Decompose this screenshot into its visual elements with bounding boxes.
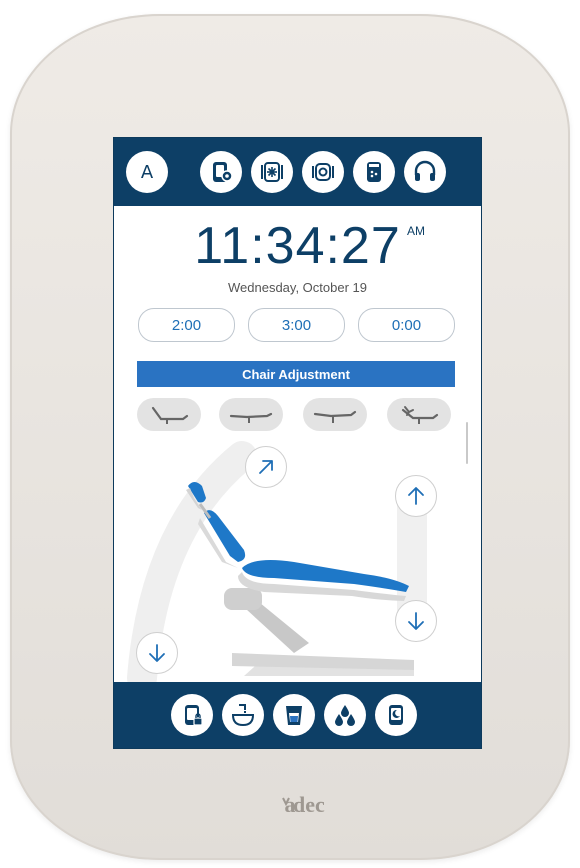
arrow-up-icon — [408, 487, 424, 505]
settings-button[interactable] — [200, 151, 242, 193]
profile-button[interactable]: A — [126, 151, 168, 193]
preset-custom-button[interactable] — [387, 398, 451, 431]
cuspidor-button[interactable] — [222, 694, 264, 736]
chair-recline-icon — [151, 406, 189, 424]
cup-fill-icon — [286, 706, 302, 725]
lock-icon — [185, 705, 203, 726]
timer-3-button[interactable]: 0:00 — [358, 308, 455, 342]
chair-pivot — [224, 588, 262, 610]
timer-1-button[interactable]: 2:00 — [138, 308, 235, 342]
cuspidor-icon — [231, 704, 255, 727]
svg-text:dec: dec — [293, 792, 325, 817]
light-icon — [312, 163, 334, 181]
cup-fill-button[interactable] — [273, 694, 315, 736]
chair-down-button[interactable] — [395, 600, 437, 642]
water-drops-icon — [335, 705, 355, 726]
headset-icon — [414, 160, 436, 181]
profile-label: A — [140, 161, 154, 183]
tilt-forward-button[interactable] — [136, 632, 178, 674]
sterilize-icon — [261, 162, 283, 182]
headset-button[interactable] — [404, 151, 446, 193]
chair-flat-icon — [229, 412, 273, 423]
bottom-toolbar — [114, 682, 481, 748]
clock-time: 11:34:27 — [194, 217, 401, 275]
lock-button[interactable] — [171, 694, 213, 736]
clock-ampm: AM — [407, 224, 425, 238]
preset-lower-button[interactable] — [219, 398, 283, 431]
dispense-button[interactable] — [353, 151, 395, 193]
sleep-button[interactable] — [375, 694, 417, 736]
arrow-down-icon — [408, 612, 424, 630]
settings-icon — [213, 162, 233, 182]
light-button[interactable] — [302, 151, 344, 193]
water-button[interactable] — [324, 694, 366, 736]
tilt-back-button[interactable] — [245, 446, 287, 488]
sleep-icon — [389, 705, 403, 725]
dispense-icon — [367, 162, 381, 182]
touch-screen: A 11:34:27 AM Wednesday, October 19 2:00… — [113, 137, 482, 749]
timer-2-button[interactable]: 3:00 — [248, 308, 345, 342]
chair-raised-icon — [313, 410, 357, 423]
top-toolbar: A — [114, 138, 481, 206]
a-dec-logo: a dec — [0, 790, 580, 824]
clock-date: Wednesday, October 19 — [228, 280, 367, 295]
sterilize-button[interactable] — [251, 151, 293, 193]
chair-adjustment-header: Chair Adjustment — [137, 361, 455, 387]
preset-entry-exit-button[interactable] — [137, 398, 201, 431]
arrow-down-icon — [149, 644, 165, 662]
arrow-up-right-icon — [259, 460, 273, 474]
chair-up-button[interactable] — [395, 475, 437, 517]
chair-custom-icon — [401, 405, 439, 424]
preset-upper-button[interactable] — [303, 398, 367, 431]
brand-logo: a dec — [282, 792, 325, 817]
